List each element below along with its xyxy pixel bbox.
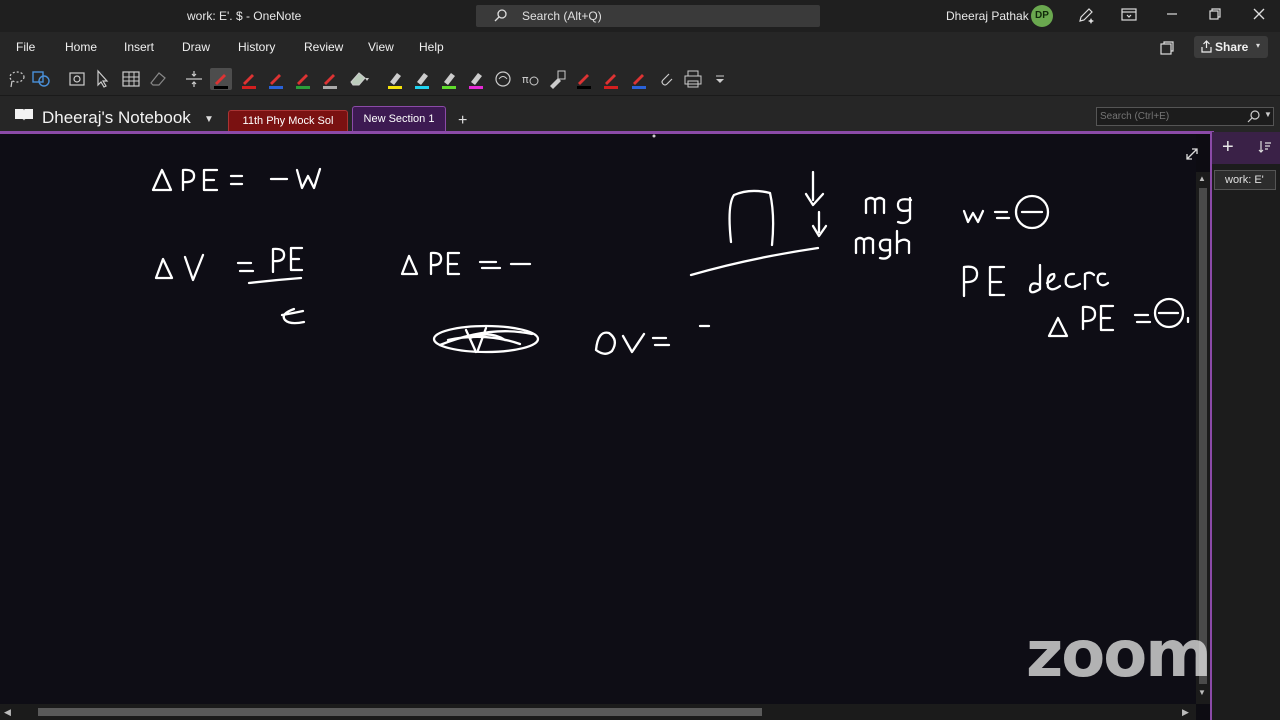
menu-review[interactable]: Review — [304, 40, 343, 54]
ribbon-display-icon[interactable] — [1120, 6, 1138, 24]
add-space-icon[interactable] — [183, 68, 205, 90]
highlighter-yellow-icon[interactable] — [384, 68, 406, 90]
window-title: work: E'. $ - OneNote — [187, 9, 302, 23]
draw-toolbar: π — [0, 62, 1280, 96]
onenote-window: work: E'. $ - OneNote Search (Alt+Q) Dhe… — [0, 0, 1280, 720]
shapes-icon[interactable] — [30, 68, 52, 90]
share-caret-icon: ▾ — [1256, 41, 1261, 50]
pages-pane: + work: E' — [1210, 132, 1280, 720]
eraser-tool-icon[interactable] — [348, 68, 370, 90]
menu-help[interactable]: Help — [419, 40, 444, 54]
pencil-red-icon[interactable] — [600, 68, 622, 90]
ink-delta-v-equals-minus — [594, 324, 711, 355]
eraser-icon[interactable] — [147, 68, 169, 90]
pen-black-icon[interactable] — [210, 68, 232, 90]
section-tab-11th-phy-mock-sol[interactable]: 11th Phy Mock Sol — [228, 110, 348, 131]
avatar[interactable]: DP — [1031, 5, 1053, 27]
page-search-box[interactable]: ▼ — [1096, 107, 1274, 126]
scroll-up-icon[interactable]: ▲ — [1198, 174, 1206, 183]
scroll-right-icon[interactable]: ▶ — [1182, 707, 1189, 718]
handwritten-notes — [151, 134, 1190, 355]
scroll-left-icon[interactable]: ◀ — [4, 707, 11, 718]
notebook-bar — [0, 96, 1280, 132]
ink-w-equals-minus-circled — [962, 194, 1050, 230]
pencil-black-icon[interactable] — [573, 68, 595, 90]
share-icon — [1201, 40, 1212, 53]
pen-sparkle-icon[interactable] — [1077, 6, 1095, 24]
ink-delta-pe-equals-minus-minus — [400, 251, 532, 276]
ink-delta-pe-equals-minus-w — [151, 167, 322, 192]
ink-pe-decreases — [962, 263, 1110, 298]
pencil-blue-icon[interactable] — [628, 68, 650, 90]
ink-to-math-icon[interactable]: π — [519, 68, 541, 90]
close-icon[interactable] — [1251, 6, 1267, 22]
sort-pages-icon[interactable] — [1258, 140, 1272, 154]
search-icon[interactable] — [1247, 109, 1261, 123]
menu-draw[interactable]: Draw — [182, 40, 210, 54]
highlighter-green-icon[interactable] — [438, 68, 460, 90]
svg-text:π: π — [522, 73, 529, 86]
pen-red-icon[interactable] — [238, 68, 260, 90]
share-label: Share — [1215, 40, 1249, 54]
vertical-scroll-thumb[interactable] — [1199, 188, 1207, 684]
highlighter-magenta-icon[interactable] — [465, 68, 487, 90]
format-painter-icon[interactable] — [546, 68, 568, 90]
pen-gray-icon[interactable] — [319, 68, 341, 90]
title-bar: work: E'. $ - OneNote Search (Alt+Q) Dhe… — [0, 0, 1280, 32]
table-icon[interactable] — [120, 68, 142, 90]
attach-file-icon[interactable] — [655, 68, 677, 90]
full-page-view-icon[interactable] — [1184, 146, 1200, 162]
search-icon — [494, 9, 507, 22]
menu-view[interactable]: View — [368, 40, 394, 54]
user-name[interactable]: Dheeraj Pathak — [946, 9, 1029, 23]
ink-delta-v-equals-pe-over-q — [154, 246, 306, 325]
page-search-input[interactable] — [1100, 109, 1240, 124]
section-tab-new-section-1[interactable]: New Section 1 — [352, 106, 446, 132]
print-icon[interactable] — [682, 68, 704, 90]
pointer-icon[interactable] — [91, 68, 113, 90]
pen-blue-icon[interactable] — [265, 68, 287, 90]
menu-home[interactable]: Home — [65, 40, 97, 54]
notebook-title[interactable]: Dheeraj's Notebook — [42, 108, 191, 128]
lasso-select-icon[interactable] — [6, 68, 28, 90]
search-box[interactable]: Search (Alt+Q) — [476, 5, 820, 27]
ink-to-shape-icon[interactable] — [492, 68, 514, 90]
minimize-icon[interactable] — [1164, 6, 1180, 22]
ink-block-diagram — [689, 170, 828, 277]
customize-toolbar-icon[interactable] — [709, 68, 731, 90]
horizontal-scroll-thumb[interactable] — [38, 708, 762, 716]
insert-space-icon[interactable] — [66, 68, 88, 90]
menu-history[interactable]: History — [238, 40, 275, 54]
page-item-work[interactable]: work: E' — [1214, 170, 1276, 190]
page-canvas[interactable] — [0, 134, 1196, 704]
horizontal-scrollbar[interactable]: ◀ ▶ — [0, 704, 1196, 720]
add-page-icon[interactable]: + — [1222, 136, 1234, 159]
ink-delta-pe-equals-minus-circled — [1047, 297, 1190, 338]
restore-icon[interactable] — [1207, 6, 1223, 22]
menu-file[interactable]: File — [16, 40, 35, 54]
menu-insert[interactable]: Insert — [124, 40, 154, 54]
ink-scribble — [432, 324, 540, 354]
pages-pane-header: + — [1212, 132, 1280, 164]
share-button[interactable]: Share ▾ — [1194, 36, 1268, 58]
notebook-dropdown-icon[interactable]: ▼ — [204, 114, 214, 125]
ink-mg-mgh — [854, 196, 913, 260]
pen-green-icon[interactable] — [292, 68, 314, 90]
notebook-icon — [15, 109, 33, 121]
menu-bar: File Home Insert Draw History Review Vie… — [0, 32, 1280, 62]
search-scope-dropdown-icon[interactable]: ▼ — [1264, 110, 1272, 119]
add-section-icon[interactable]: + — [458, 112, 467, 130]
search-label: Search (Alt+Q) — [522, 9, 602, 23]
zoom-watermark: zoom — [1026, 618, 1212, 692]
notebook-pane-icon[interactable] — [1159, 40, 1175, 56]
highlighter-cyan-icon[interactable] — [411, 68, 433, 90]
